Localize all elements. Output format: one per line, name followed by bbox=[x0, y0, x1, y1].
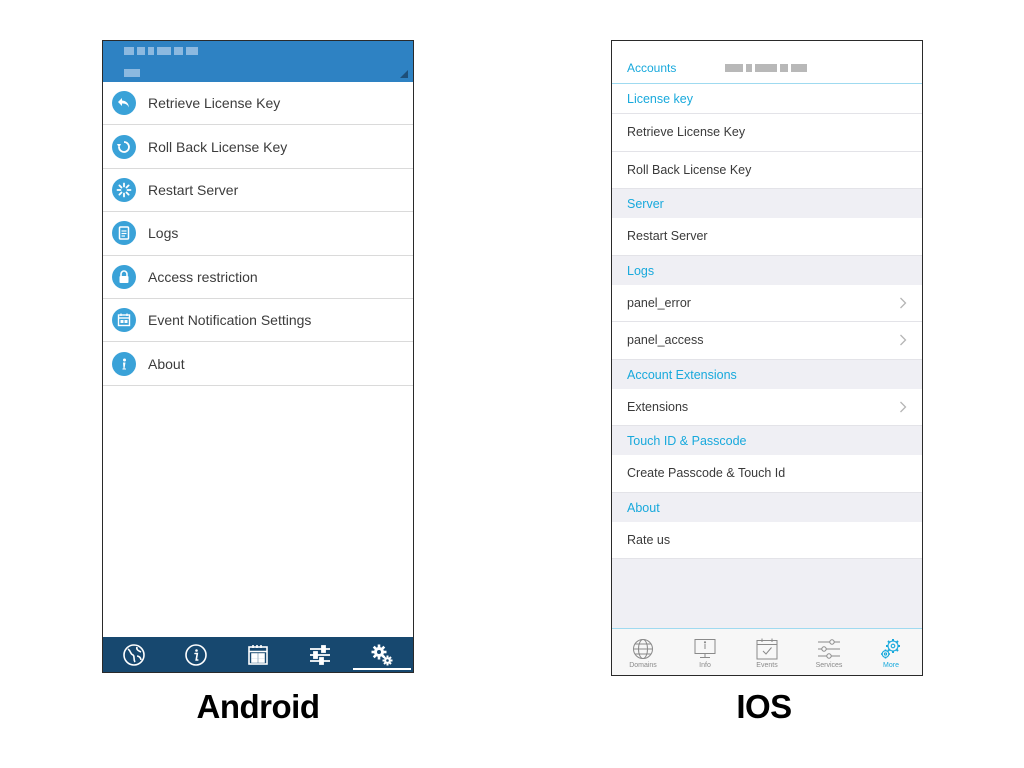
ios-section-header: License key bbox=[612, 84, 922, 114]
gears-icon bbox=[370, 643, 394, 667]
blurred-account-sub bbox=[124, 69, 140, 77]
document-icon bbox=[112, 221, 136, 246]
android-caption: Android bbox=[196, 688, 320, 725]
android-menu-item[interactable]: Restart Server bbox=[103, 169, 413, 213]
android-screen: Retrieve License Key Roll Back License K… bbox=[102, 40, 414, 673]
ios-screen: Accounts License key Retrieve License Key… bbox=[611, 40, 923, 676]
chevron-right-icon bbox=[899, 297, 907, 309]
row-label: Restart Server bbox=[627, 229, 708, 244]
menu-item-label: Logs bbox=[148, 225, 179, 242]
info-icon bbox=[112, 351, 136, 376]
ios-tab-bar: Domains Info Events Services More bbox=[612, 628, 922, 675]
android-menu-item[interactable]: Retrieve License Key bbox=[103, 82, 413, 126]
ios-settings-row[interactable]: Rate us bbox=[612, 521, 922, 559]
android-tab[interactable] bbox=[289, 637, 351, 672]
calendar-check-icon bbox=[755, 638, 779, 660]
ios-section-header: Touch ID & Passcode bbox=[627, 434, 747, 448]
menu-item-label: About bbox=[148, 355, 185, 372]
chevron-right-icon bbox=[899, 401, 907, 413]
undo-arrow-icon bbox=[112, 91, 136, 116]
gears-icon bbox=[879, 638, 903, 660]
android-menu-item[interactable]: Access restriction bbox=[103, 256, 413, 299]
ios-settings-row[interactable]: Create Passcode & Touch Id bbox=[612, 455, 922, 493]
menu-item-label: Event Notification Settings bbox=[148, 312, 312, 329]
android-tab-bar bbox=[103, 637, 413, 672]
ios-section-header: About bbox=[627, 500, 660, 515]
sliders-icon bbox=[817, 638, 841, 660]
restart-spinner-icon bbox=[112, 177, 136, 202]
row-label: Rate us bbox=[627, 532, 671, 547]
android-menu-list: Retrieve License Key Roll Back License K… bbox=[103, 82, 413, 386]
tab-label: Info bbox=[699, 661, 711, 669]
ios-settings-row[interactable]: Retrieve License Key bbox=[612, 114, 922, 152]
android-header bbox=[103, 41, 413, 82]
lock-icon bbox=[112, 264, 136, 289]
info-icon bbox=[184, 643, 208, 667]
ios-tab-events[interactable]: Events bbox=[736, 629, 798, 675]
menu-item-label: Retrieve License Key bbox=[148, 95, 281, 112]
ios-settings-row[interactable]: panel_access bbox=[612, 322, 922, 360]
blurred-account-name bbox=[725, 64, 807, 72]
android-menu-item[interactable]: Logs bbox=[103, 212, 413, 256]
calendar-icon bbox=[246, 643, 270, 667]
row-label: panel_error bbox=[627, 295, 691, 310]
account-dropdown-caret-icon[interactable] bbox=[400, 70, 408, 78]
calendar-icon bbox=[112, 308, 136, 333]
ios-tab-more[interactable]: More bbox=[860, 629, 922, 675]
tab-label: Domains bbox=[629, 661, 657, 669]
row-label: Roll Back License Key bbox=[627, 162, 752, 177]
ios-settings-row[interactable]: Roll Back License Key bbox=[612, 151, 922, 189]
ios-tab-info[interactable]: Info bbox=[674, 629, 736, 675]
menu-item-label: Restart Server bbox=[148, 181, 239, 198]
tab-label: Services bbox=[815, 661, 843, 669]
ios-section-header: Account Extensions bbox=[627, 367, 737, 382]
android-tab[interactable] bbox=[227, 637, 289, 672]
row-label: panel_access bbox=[627, 333, 704, 348]
ios-settings-row[interactable]: Extensions bbox=[612, 388, 922, 426]
row-label: Create Passcode & Touch Id bbox=[627, 466, 786, 481]
sliders-icon bbox=[308, 643, 332, 667]
ios-settings-row[interactable]: Restart Server bbox=[612, 218, 922, 256]
globe-icon bbox=[631, 638, 655, 660]
ios-caption: IOS bbox=[736, 688, 792, 725]
row-label: Extensions bbox=[627, 399, 689, 414]
accounts-label: Accounts bbox=[627, 61, 677, 75]
globe-icon bbox=[122, 643, 146, 667]
rollback-icon bbox=[112, 134, 136, 159]
android-menu-item[interactable]: About bbox=[103, 342, 413, 386]
ios-section-header: Logs bbox=[627, 263, 655, 278]
android-tab[interactable] bbox=[351, 637, 413, 672]
monitor-icon bbox=[693, 638, 717, 660]
ios-tab-services[interactable]: Services bbox=[798, 629, 860, 675]
menu-item-label: Access restriction bbox=[148, 268, 258, 285]
android-menu-item[interactable]: Event Notification Settings bbox=[103, 299, 413, 343]
menu-item-label: Roll Back License Key bbox=[148, 138, 288, 155]
ios-tab-domains[interactable]: Domains bbox=[612, 629, 674, 675]
chevron-right-icon bbox=[899, 334, 907, 346]
tab-label: More bbox=[883, 661, 899, 669]
ios-section-header: Server bbox=[627, 197, 664, 211]
row-label: Retrieve License Key bbox=[627, 125, 746, 140]
blurred-account-name bbox=[124, 47, 198, 55]
ios-settings-row[interactable]: panel_error bbox=[612, 284, 922, 322]
tab-label: Events bbox=[756, 661, 778, 669]
ios-settings-list: License key Retrieve License Key Roll Back… bbox=[612, 84, 922, 559]
android-menu-item[interactable]: Roll Back License Key bbox=[103, 125, 413, 169]
android-tab[interactable] bbox=[165, 637, 227, 672]
android-tab[interactable] bbox=[103, 637, 165, 672]
comparison-page: Retrieve License Key Roll Back License K… bbox=[0, 0, 1024, 768]
ios-account-row[interactable]: Accounts bbox=[612, 41, 922, 84]
